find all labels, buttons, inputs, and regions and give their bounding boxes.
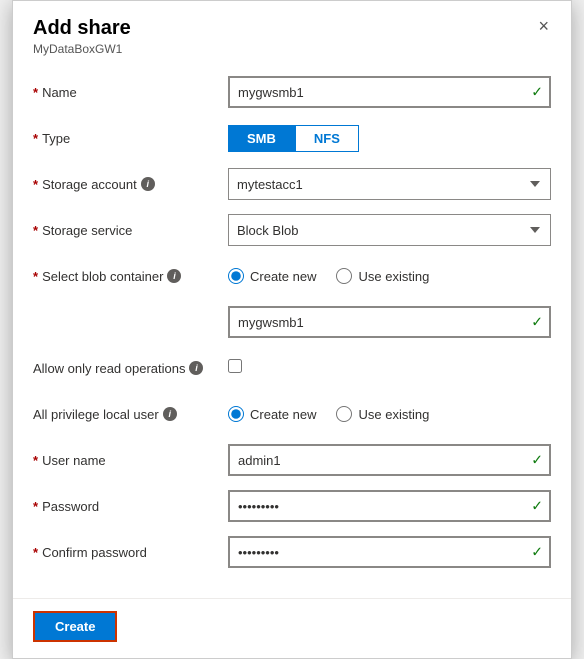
privilege-use-existing-radio[interactable] — [336, 406, 352, 422]
dialog-header: Add share MyDataBoxGW1 × — [13, 1, 571, 64]
create-button[interactable]: Create — [33, 611, 117, 642]
blob-container-info-icon[interactable]: i — [167, 269, 181, 283]
name-input[interactable] — [228, 76, 551, 108]
dialog-footer: Create — [13, 598, 571, 658]
username-input[interactable] — [228, 444, 551, 476]
nfs-button[interactable]: NFS — [295, 125, 359, 152]
storage-account-label: * Storage account i — [33, 177, 228, 192]
password-input[interactable] — [228, 490, 551, 522]
blob-create-new-label[interactable]: Create new — [228, 268, 316, 284]
privilege-use-existing-label[interactable]: Use existing — [336, 406, 429, 422]
allow-readonly-checkbox[interactable] — [228, 359, 242, 373]
close-button[interactable]: × — [532, 15, 555, 37]
blob-use-existing-label[interactable]: Use existing — [336, 268, 429, 284]
privilege-row: All privilege local user i Create new Us… — [33, 398, 551, 430]
storage-service-required: * — [33, 223, 38, 238]
name-input-wrapper: ✓ — [228, 76, 551, 108]
confirm-password-input[interactable] — [228, 536, 551, 568]
storage-service-dropdown[interactable]: Block Blob — [228, 214, 551, 246]
name-control: ✓ — [228, 76, 551, 108]
name-label: * Name — [33, 85, 228, 100]
password-row: * Password ✓ — [33, 490, 551, 522]
password-check-icon: ✓ — [531, 498, 543, 515]
password-input-wrapper: ✓ — [228, 490, 551, 522]
privilege-create-new-label[interactable]: Create new — [228, 406, 316, 422]
storage-account-row: * Storage account i mytestacc1 — [33, 168, 551, 200]
type-required: * — [33, 131, 38, 146]
password-label: * Password — [33, 499, 228, 514]
username-input-wrapper: ✓ — [228, 444, 551, 476]
confirm-password-control: ✓ — [228, 536, 551, 568]
storage-account-required: * — [33, 177, 38, 192]
name-row: * Name ✓ — [33, 76, 551, 108]
privilege-create-new-radio[interactable] — [228, 406, 244, 422]
storage-service-control: Block Blob — [228, 214, 551, 246]
blob-container-row: * Select blob container i Create new Use… — [33, 260, 551, 292]
allow-readonly-control — [228, 359, 551, 378]
storage-account-info-icon[interactable]: i — [141, 177, 155, 191]
type-row: * Type SMB NFS — [33, 122, 551, 154]
username-required: * — [33, 453, 38, 468]
blob-name-row: ✓ — [228, 306, 551, 338]
privilege-info-icon[interactable]: i — [163, 407, 177, 421]
name-check-icon: ✓ — [531, 84, 543, 101]
password-required: * — [33, 499, 38, 514]
confirm-password-required: * — [33, 545, 38, 560]
blob-container-label: * Select blob container i — [33, 269, 228, 284]
allow-readonly-info-icon[interactable]: i — [189, 361, 203, 375]
dialog-title: Add share — [33, 17, 551, 40]
blob-container-required: * — [33, 269, 38, 284]
username-row: * User name ✓ — [33, 444, 551, 476]
blob-use-existing-radio[interactable] — [336, 268, 352, 284]
add-share-dialog: Add share MyDataBoxGW1 × * Name ✓ * Type — [12, 0, 572, 659]
privilege-radio-group: Create new Use existing — [228, 406, 551, 422]
confirm-password-input-wrapper: ✓ — [228, 536, 551, 568]
storage-service-row: * Storage service Block Blob — [33, 214, 551, 246]
name-required: * — [33, 85, 38, 100]
confirm-password-label: * Confirm password — [33, 545, 228, 560]
username-label: * User name — [33, 453, 228, 468]
allow-readonly-row: Allow only read operations i — [33, 352, 551, 384]
dialog-subtitle: MyDataBoxGW1 — [33, 42, 551, 56]
allow-readonly-label: Allow only read operations i — [33, 361, 228, 376]
privilege-label: All privilege local user i — [33, 407, 228, 422]
blob-name-input-wrapper: ✓ — [228, 306, 551, 338]
dialog-body: * Name ✓ * Type SMB NFS * — [13, 64, 571, 598]
storage-service-label: * Storage service — [33, 223, 228, 238]
blob-container-radio-group: Create new Use existing — [228, 268, 551, 284]
confirm-password-row: * Confirm password ✓ — [33, 536, 551, 568]
username-check-icon: ✓ — [531, 452, 543, 469]
type-toggle: SMB NFS — [228, 125, 551, 152]
password-control: ✓ — [228, 490, 551, 522]
blob-name-input[interactable] — [228, 306, 551, 338]
blob-name-check-icon: ✓ — [531, 314, 543, 331]
smb-button[interactable]: SMB — [228, 125, 295, 152]
type-label: * Type — [33, 131, 228, 146]
confirm-password-check-icon: ✓ — [531, 544, 543, 561]
storage-account-dropdown[interactable]: mytestacc1 — [228, 168, 551, 200]
username-control: ✓ — [228, 444, 551, 476]
storage-account-control: mytestacc1 — [228, 168, 551, 200]
blob-create-new-radio[interactable] — [228, 268, 244, 284]
